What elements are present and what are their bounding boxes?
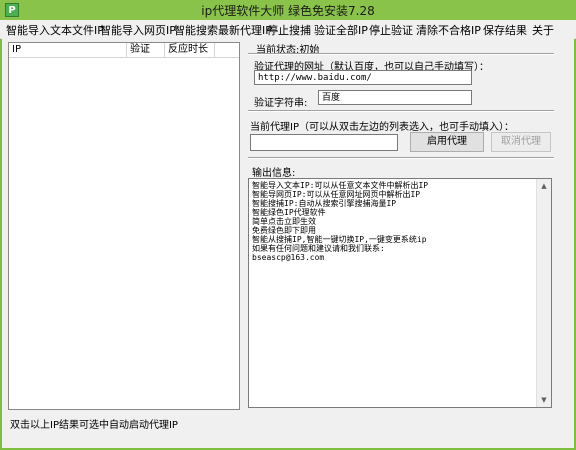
title-bar[interactable]: P ip代理软件大师 绿色免安装7.28: [0, 0, 576, 20]
ip-list-header: IP 验证 反应时长: [9, 43, 239, 58]
menu-verify-all-ip[interactable]: 验证全部IP: [314, 22, 368, 38]
column-verify[interactable]: 验证: [127, 43, 165, 57]
cancel-proxy-button[interactable]: 取消代理: [491, 132, 551, 152]
divider: [248, 157, 554, 159]
output-label: 输出信息:: [252, 168, 296, 179]
menu-bar: 智能导入文本文件IP 智能导入网页IP 智能搜索最新代理IP 停止搜捕 验证全部…: [0, 20, 576, 39]
verify-string-label: 验证字符串:: [254, 98, 308, 109]
scroll-up-icon[interactable]: ▲: [537, 179, 551, 193]
output-line: 免费绿色即下即用: [252, 226, 316, 235]
menu-clear-invalid-ip[interactable]: 清除不合格IP: [416, 22, 481, 38]
output-line: bseascp@163.com: [252, 253, 325, 262]
output-line: 智能导入文本IP:可以从任意文本文件中解析出IP: [252, 181, 429, 190]
menu-stop-verify[interactable]: 停止验证: [369, 22, 413, 38]
app-window: P ip代理软件大师 绿色免安装7.28 智能导入文本文件IP 智能导入网页IP…: [0, 0, 576, 450]
main-panel: IP 验证 反应时长 双击以上IP结果可选中自动启动代理IP 当前状态:初始 验…: [2, 38, 574, 448]
output-text: 智能导入文本IP:可以从任意文本文件中解析出IP 智能导网页IP:可以从任意网址…: [252, 181, 536, 262]
menu-stop-search[interactable]: 停止搜捕: [267, 22, 311, 38]
proxy-ip-input[interactable]: [250, 134, 398, 151]
proxy-ip-label: 当前代理IP（可以从双击左边的列表选入，也可手动填入）：: [250, 122, 514, 133]
menu-import-text-ip[interactable]: 智能导入文本文件IP: [6, 22, 104, 38]
column-ip[interactable]: IP: [9, 43, 127, 57]
status-hint: 双击以上IP结果可选中自动启动代理IP: [10, 420, 178, 431]
output-line: 智能从搜捕IP,智能一键切换IP,一键变更系统ip: [252, 235, 427, 244]
enable-proxy-button[interactable]: 启用代理: [410, 132, 484, 152]
menu-search-proxy-ip[interactable]: 智能搜索最新代理IP: [174, 22, 272, 38]
output-line: 如果有任何问题和建议请和我们联系:: [252, 244, 385, 253]
menu-about[interactable]: 关于: [532, 22, 554, 38]
output-line: 智能绿色IP代理软件: [252, 208, 326, 217]
output-line: 智能导网页IP:可以从任意网址网页中解析出IP: [252, 190, 421, 199]
verify-string-input[interactable]: 百度: [318, 90, 472, 105]
output-line: 简单点击立即生效: [252, 217, 316, 226]
divider: [248, 53, 554, 55]
scroll-down-icon[interactable]: ▼: [537, 393, 551, 407]
column-response-time[interactable]: 反应时长: [165, 43, 215, 57]
ip-list[interactable]: IP 验证 反应时长: [8, 42, 240, 410]
output-textbox[interactable]: 智能导入文本IP:可以从任意文本文件中解析出IP 智能导网页IP:可以从任意网址…: [248, 178, 552, 408]
verify-url-input[interactable]: http://www.baidu.com/: [254, 70, 472, 85]
divider: [248, 110, 554, 112]
output-line: 智能搜捕IP:自动从搜索引擎搜捕海量IP: [252, 199, 397, 208]
menu-import-web-ip[interactable]: 智能导入网页IP: [100, 22, 176, 38]
output-scrollbar[interactable]: ▲ ▼: [536, 179, 551, 407]
window-title: ip代理软件大师 绿色免安装7.28: [201, 4, 375, 18]
menu-save-results[interactable]: 保存结果: [483, 22, 527, 38]
